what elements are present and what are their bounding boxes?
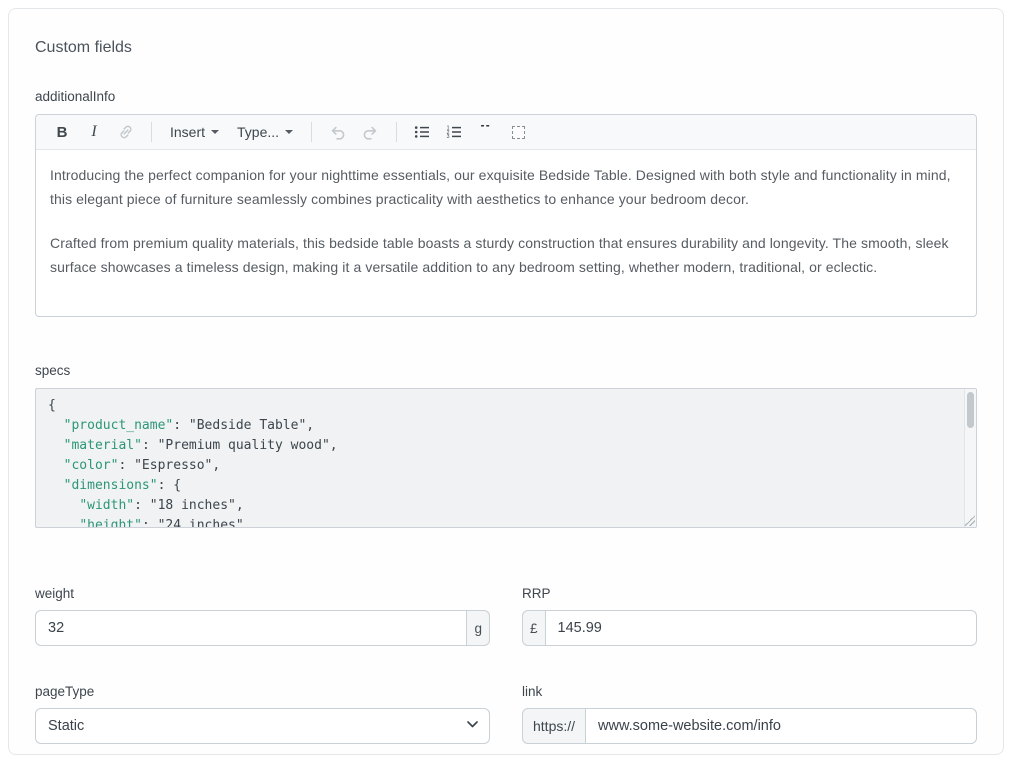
caret-down-icon [211, 130, 219, 134]
redo-button[interactable] [357, 119, 384, 145]
insert-menu-button[interactable]: Insert [164, 119, 225, 145]
blockquote-button[interactable]: “ [473, 119, 499, 145]
toolbar-divider [396, 122, 397, 142]
link-button[interactable] [113, 119, 139, 145]
rich-text-editor: B I Insert Type... [35, 114, 977, 317]
link-input[interactable] [586, 708, 977, 744]
editor-toolbar: B I Insert Type... [36, 115, 976, 150]
specs-scrollbar-thumb[interactable] [967, 392, 974, 428]
protocol-addon: https:// [522, 708, 586, 744]
caret-down-icon [285, 130, 293, 134]
paragraph: Introducing the perfect companion for yo… [50, 163, 962, 211]
additional-info-label: additionalInfo [35, 89, 977, 104]
resize-handle-icon[interactable] [964, 515, 975, 526]
weight-unit-addon: g [467, 610, 490, 646]
specs-label: specs [35, 363, 977, 378]
specs-textarea[interactable]: { "product_name": "Bedside Table", "mate… [35, 388, 977, 528]
page-type-label: pageType [35, 684, 490, 699]
currency-addon: £ [522, 610, 546, 646]
block-placeholder-button[interactable] [505, 119, 531, 145]
rrp-input-group: £ [522, 610, 977, 646]
bold-button[interactable]: B [49, 119, 75, 145]
rrp-input[interactable] [546, 610, 977, 646]
undo-button[interactable] [324, 119, 351, 145]
insert-menu-label: Insert [170, 124, 205, 140]
link-label: link [522, 684, 977, 699]
numbered-list-button[interactable]: 123 [441, 119, 467, 145]
panel-title: Custom fields [35, 39, 977, 57]
bullet-list-icon [413, 123, 431, 141]
page-type-select-wrap: Static [35, 708, 490, 744]
type-menu-label: Type... [237, 124, 279, 140]
italic-button[interactable]: I [81, 119, 107, 145]
custom-fields-panel: Custom fields additionalInfo B I Insert [8, 8, 1004, 755]
specs-code: { "product_name": "Bedside Table", "mate… [48, 396, 952, 528]
weight-label: weight [35, 586, 490, 601]
blockquote-icon: “ [479, 125, 492, 139]
redo-icon [361, 123, 380, 142]
numbered-list-icon: 123 [445, 123, 463, 141]
undo-icon [328, 123, 347, 142]
dashed-square-icon [512, 126, 525, 139]
link-icon [117, 123, 135, 141]
paragraph: Crafted from premium quality materials, … [50, 231, 962, 279]
rich-text-content[interactable]: Introducing the perfect companion for yo… [36, 150, 976, 316]
svg-text:3: 3 [447, 134, 450, 140]
weight-input[interactable] [35, 610, 467, 646]
rrp-label: RRP [522, 586, 977, 601]
weight-input-group: g [35, 610, 490, 646]
specs-scrollbar[interactable] [964, 389, 976, 527]
bullet-list-button[interactable] [409, 119, 435, 145]
type-menu-button[interactable]: Type... [231, 119, 299, 145]
toolbar-divider [151, 122, 152, 142]
page-type-select[interactable]: Static [35, 708, 490, 744]
link-input-group: https:// [522, 708, 977, 744]
toolbar-divider [311, 122, 312, 142]
